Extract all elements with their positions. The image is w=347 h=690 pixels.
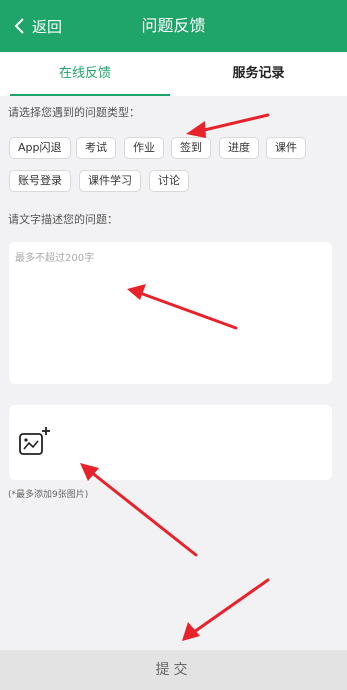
tag-progress[interactable]: 进度 [219, 137, 259, 159]
image-limit-hint: (*最多添加9张图片) [8, 490, 89, 500]
tag-exam[interactable]: 考试 [76, 137, 116, 159]
tag-check-in[interactable]: 签到 [171, 137, 211, 159]
annotation-arrowhead [182, 622, 200, 641]
annotation-arrow [89, 470, 198, 557]
tag-discussion[interactable]: 讨论 [149, 170, 189, 192]
annotation-arrowhead [186, 121, 206, 138]
app-header: 返回 问题反馈 [0, 0, 347, 52]
description-placeholder: 最多不超过200字 [15, 253, 95, 264]
tab-service-records[interactable]: 服务记录 [170, 52, 347, 96]
tag-homework[interactable]: 作业 [124, 137, 164, 159]
submit-button[interactable]: 提交 [0, 650, 347, 690]
image-upload-area [9, 405, 332, 480]
page-title: 问题反馈 [141, 16, 206, 35]
tab-bar: 在线反馈 服务记录 [0, 52, 347, 96]
annotation-arrow [198, 113, 270, 133]
tag-app-crash[interactable]: App闪退 [9, 137, 71, 159]
problem-type-label: 请选择您遇到的问题类型： [8, 106, 140, 119]
annotation-arrow [192, 578, 270, 634]
tag-courseware-study[interactable]: 课件学习 [79, 170, 141, 192]
active-tab-indicator [10, 94, 170, 96]
tag-courseware[interactable]: 课件 [266, 137, 306, 159]
tag-account-login[interactable]: 账号登录 [9, 170, 71, 192]
description-textarea[interactable]: 最多不超过200字 [9, 242, 332, 384]
description-label: 请文字描述您的问题： [8, 213, 118, 226]
add-image-icon[interactable] [18, 425, 52, 459]
tab-online-feedback[interactable]: 在线反馈 [0, 52, 170, 96]
